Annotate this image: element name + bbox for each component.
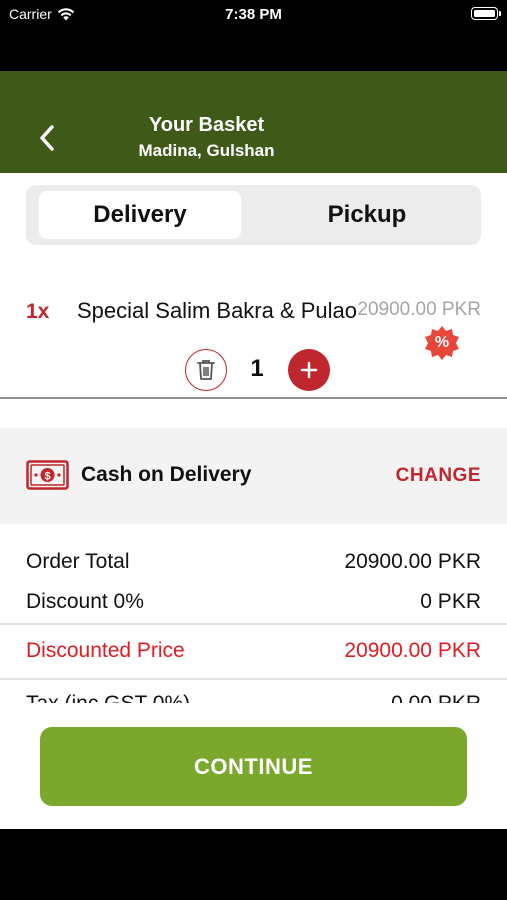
header: Your Basket Madina, Gulshan [0,71,507,173]
item-name: Special Salim Bakra & Pulao [77,298,358,323]
continue-button[interactable]: CONTINUE [40,727,467,806]
cash-icon: $ [26,460,69,490]
plus-icon [300,361,318,379]
order-type-toggle: Delivery Pickup [26,185,481,245]
delivery-tab[interactable]: Delivery [39,191,241,239]
discounted-price-value: 20900.00 PKR [344,639,481,662]
status-time: 7:38 PM [225,6,282,23]
svg-text:$: $ [44,471,50,483]
footer: CONTINUE [0,703,507,829]
summary-divider [0,678,507,680]
trash-icon [197,360,215,380]
payment-method-label: Cash on Delivery [81,463,252,486]
tax-value: 0.00 PKR [391,692,481,703]
status-bar: Carrier 7:38 PM [0,0,507,30]
discounted-price-label: Discounted Price [26,639,185,662]
discount-badge-label: % [434,334,450,351]
discount-badge-icon: % [424,325,460,361]
location-subtitle: Madina, Gulshan [138,141,275,160]
page-title: Your Basket [148,114,265,136]
payment-method: $ Cash on Delivery CHANGE [0,428,507,524]
order-total-value: 20900.00 PKR [344,550,481,573]
discount-label: Discount 0% [26,590,144,613]
bottom-bar [0,829,507,900]
summary-divider [0,623,507,625]
battery-icon [471,7,501,20]
discount-value: 0 PKR [420,590,481,613]
tax-label: Tax (inc GST 0%) [26,692,190,703]
item-quantity-label: 1x [26,300,50,323]
basket-item: 1x Special Salim Bakra & Pulao 20900.00 … [0,283,507,399]
pickup-tab[interactable]: Pickup [253,191,481,239]
remove-item-button[interactable] [185,349,227,391]
item-divider [0,397,507,399]
item-count: 1 [250,355,264,382]
change-payment-button[interactable]: CHANGE [396,465,481,487]
item-price: 20900.00 PKR [357,299,481,320]
add-item-button[interactable] [288,349,330,391]
basket-content: Delivery Pickup 1x Special Salim Bakra &… [0,173,507,703]
order-total-label: Order Total [26,550,130,573]
